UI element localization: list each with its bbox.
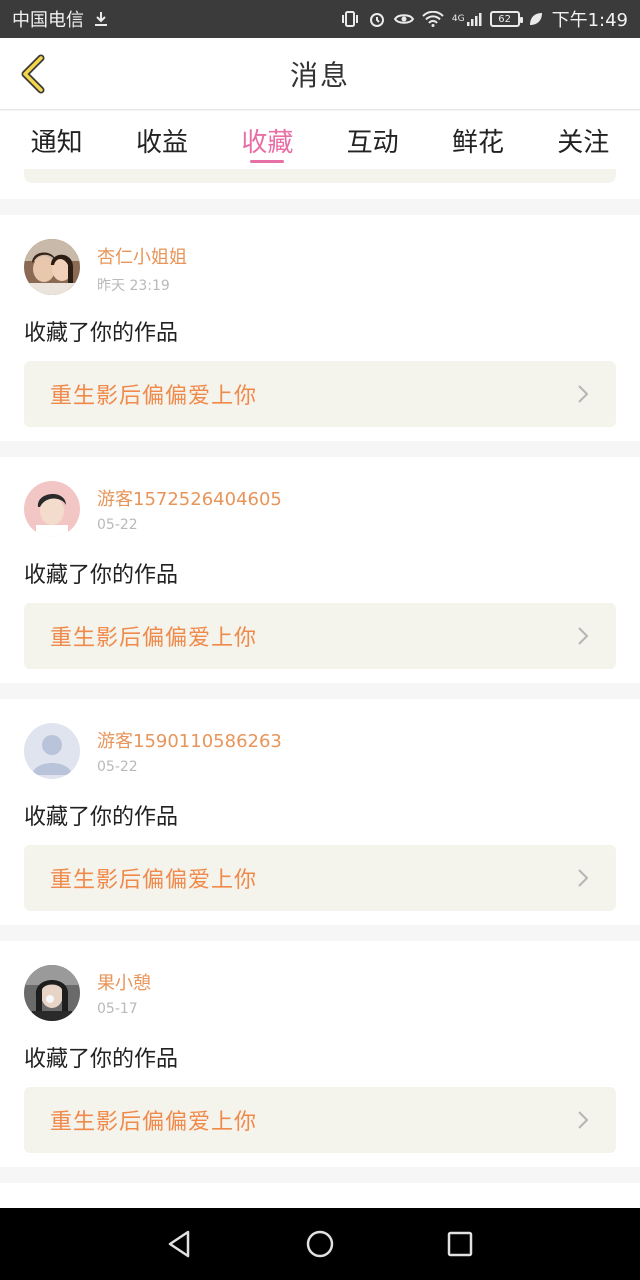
- tab-label: 关注: [557, 127, 610, 158]
- tab-favorites[interactable]: 收藏: [235, 111, 299, 169]
- circle-home-icon: [306, 1230, 334, 1258]
- timestamp: 昨天 23:19: [97, 278, 170, 294]
- work-link[interactable]: 重生影后偏偏爱上你: [24, 603, 616, 669]
- tab-earnings[interactable]: 收益: [130, 111, 194, 169]
- wifi-icon: [422, 11, 444, 27]
- chevron-right-icon: [578, 869, 589, 887]
- action-text: 收藏了你的作品: [24, 1047, 179, 1072]
- avatar[interactable]: [24, 723, 80, 779]
- username[interactable]: 杏仁小姐姐: [97, 243, 187, 269]
- user-meta: 游客15901105862​63 05-22: [97, 723, 282, 775]
- page-title: 消息: [289, 58, 350, 92]
- tab-interactions[interactable]: 互动: [341, 111, 405, 169]
- action-text: 收藏了你的作品: [24, 563, 179, 588]
- square-recents-icon: [447, 1231, 473, 1257]
- clock-time: 下午1:49: [551, 10, 628, 31]
- work-link[interactable]: 重生影后偏偏爱上你: [24, 1087, 616, 1153]
- action-text: 收藏了你的作品: [24, 805, 179, 830]
- work-title: 重生影后偏偏爱上你: [50, 626, 258, 651]
- vibrate-icon: [340, 10, 360, 28]
- action-text: 收藏了你的作品: [24, 321, 179, 346]
- previous-work-box: [24, 169, 616, 183]
- tab-notifications[interactable]: 通知: [25, 111, 89, 169]
- timestamp: 05-22: [97, 517, 138, 533]
- work-link[interactable]: 重生影后偏偏爱上你: [24, 361, 616, 427]
- user-row: 杏仁小姐姐 昨天 23:19: [24, 239, 616, 295]
- avatar[interactable]: [24, 481, 80, 537]
- battery-level: 62: [498, 13, 511, 25]
- list-item-partial: [0, 1183, 640, 1208]
- recents-nav-button[interactable]: [430, 1214, 490, 1274]
- user-row: 游客15901105862​63 05-22: [24, 723, 616, 779]
- previous-card-peek: [0, 169, 640, 199]
- leaf-icon: [528, 11, 544, 27]
- username[interactable]: 果小憩: [97, 969, 151, 995]
- user-meta: 游客1572526404605 05-22: [97, 481, 282, 533]
- work-title: 重生影后偏偏爱上你: [50, 384, 258, 409]
- tab-label: 收藏: [241, 127, 294, 158]
- battery-icon: 62: [489, 11, 523, 27]
- tab-label: 鲜花: [451, 127, 504, 158]
- list-item: 游客15901105862​63 05-22 收藏了你的作品 重生影后偏偏爱上你: [0, 699, 640, 925]
- avatar[interactable]: [24, 239, 80, 295]
- tab-label: 互动: [346, 127, 399, 158]
- active-tab-indicator: [250, 160, 285, 163]
- user-row: 游客1572526404605 05-22: [24, 481, 616, 537]
- avatar[interactable]: [24, 965, 80, 1021]
- signal-icon: 4G: [452, 11, 482, 27]
- system-nav-bar: [0, 1208, 640, 1280]
- tab-flowers[interactable]: 鲜花: [446, 111, 510, 169]
- user-meta: 果小憩 05-17: [97, 965, 151, 1017]
- network-type: 4G: [451, 14, 465, 24]
- chevron-left-icon: [21, 54, 45, 94]
- home-nav-button[interactable]: [290, 1214, 350, 1274]
- list-item: 杏仁小姐姐 昨天 23:19 收藏了你的作品 重生影后偏偏爱上你: [0, 215, 640, 441]
- user-meta: 杏仁小姐姐 昨天 23:19: [97, 239, 187, 295]
- timestamp: 05-22: [97, 759, 138, 775]
- tab-label: 收益: [135, 127, 188, 158]
- timestamp: 05-17: [97, 1001, 138, 1017]
- list-item: 游客1572526404605 05-22 收藏了你的作品 重生影后偏偏爱上你: [0, 457, 640, 683]
- back-nav-button[interactable]: [150, 1214, 210, 1274]
- carrier-label: 中国电信: [12, 10, 84, 31]
- eye-icon: [393, 11, 414, 27]
- username[interactable]: 游客1572526404605: [97, 485, 282, 511]
- favorites-feed[interactable]: 杏仁小姐姐 昨天 23:19 收藏了你的作品 重生影后偏偏爱上你 游客15725…: [0, 169, 640, 1208]
- work-title: 重生影后偏偏爱上你: [50, 868, 258, 893]
- alarm-icon: [368, 10, 386, 28]
- user-row: 果小憩 05-17: [24, 965, 616, 1021]
- work-title: 重生影后偏偏爱上你: [50, 1110, 258, 1135]
- back-button[interactable]: [14, 52, 54, 96]
- chevron-right-icon: [578, 1111, 589, 1129]
- triangle-back-icon: [168, 1230, 190, 1258]
- chevron-right-icon: [578, 627, 589, 645]
- chevron-right-icon: [578, 385, 589, 403]
- status-bar: 中国电信 4G 62 下午1:49: [0, 0, 640, 38]
- username[interactable]: 游客15901105862​63: [97, 727, 282, 753]
- app-header: 消息: [0, 38, 640, 110]
- tab-bar: 通知 收益 收藏 互动 鲜花 关注: [0, 111, 640, 169]
- list-item: 果小憩 05-17 收藏了你的作品 重生影后偏偏爱上你: [0, 941, 640, 1167]
- tab-label: 通知: [30, 127, 83, 158]
- download-icon: [92, 10, 110, 28]
- tab-follows[interactable]: 关注: [551, 111, 615, 169]
- work-link[interactable]: 重生影后偏偏爱上你: [24, 845, 616, 911]
